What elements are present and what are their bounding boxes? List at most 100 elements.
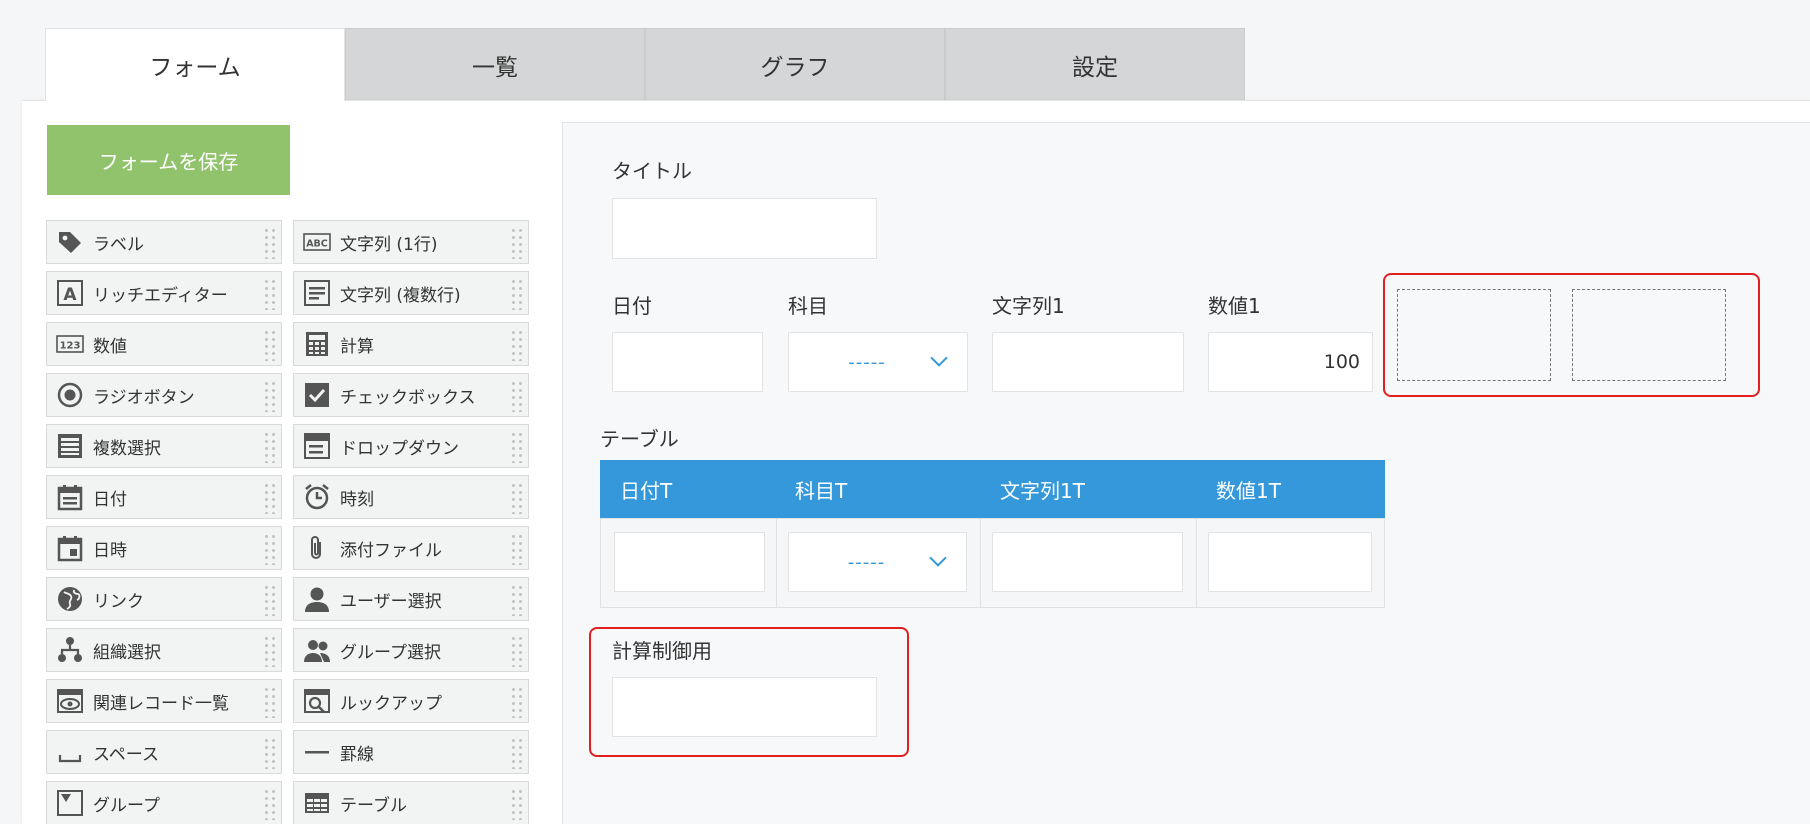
palette-item-multi-line-text[interactable]: 文字列 (複数行) bbox=[293, 271, 529, 315]
drag-handle-icon[interactable] bbox=[263, 788, 277, 820]
subject-dropdown[interactable]: ----- bbox=[788, 332, 968, 392]
palette-item-text: 計算 bbox=[340, 336, 374, 357]
palette-item-related-records[interactable]: 関連レコード一覧 bbox=[46, 679, 282, 723]
tab-form[interactable]: フォーム bbox=[45, 28, 345, 101]
title-input[interactable] bbox=[612, 198, 877, 259]
calc-field-label: 計算制御用 bbox=[612, 639, 712, 663]
palette-item-space[interactable]: スペース bbox=[46, 730, 282, 774]
palette-item-attachment[interactable]: 添付ファイル bbox=[293, 526, 529, 570]
save-form-button[interactable]: フォームを保存 bbox=[47, 125, 290, 195]
table-dropdown-value: ----- bbox=[847, 551, 886, 573]
date-icon bbox=[55, 482, 85, 512]
org-chart-icon bbox=[55, 635, 85, 665]
palette-item-group-select[interactable]: グループ選択 bbox=[293, 628, 529, 672]
drag-handle-icon[interactable] bbox=[510, 737, 524, 769]
palette-item-multi-select[interactable]: 複数選択 bbox=[46, 424, 282, 468]
table-string1-input[interactable] bbox=[992, 532, 1183, 592]
palette-item-link[interactable]: リンク bbox=[46, 577, 282, 621]
palette-item-calc[interactable]: 計算 bbox=[293, 322, 529, 366]
palette-item-text: スペース bbox=[93, 744, 159, 765]
tag-icon bbox=[55, 227, 85, 257]
drag-handle-icon[interactable] bbox=[263, 278, 277, 310]
drag-handle-icon[interactable] bbox=[263, 737, 277, 769]
table-number1-input[interactable] bbox=[1208, 532, 1372, 592]
palette-item-lookup[interactable]: ルックアップ bbox=[293, 679, 529, 723]
multiline-text-icon bbox=[302, 278, 332, 308]
svg-text:123: 123 bbox=[60, 341, 81, 352]
space-placeholder[interactable] bbox=[1572, 289, 1726, 381]
abc-text-icon: ABC bbox=[302, 227, 332, 257]
palette-item-time[interactable]: 時刻 bbox=[293, 475, 529, 519]
table-header: 日付T 科目T 文字列1T 数値1T bbox=[600, 460, 1385, 518]
palette-item-rich-editor[interactable]: A リッチエディター bbox=[46, 271, 282, 315]
group-field-icon bbox=[55, 788, 85, 818]
table-icon bbox=[302, 788, 332, 818]
palette-item-table[interactable]: テーブル bbox=[293, 781, 529, 824]
drag-handle-icon[interactable] bbox=[263, 686, 277, 718]
subject-dropdown-value: ----- bbox=[848, 351, 886, 373]
palette-item-text: 文字列 (1行) bbox=[340, 234, 438, 255]
palette-item-text: 複数選択 bbox=[93, 438, 161, 459]
palette-item-datetime[interactable]: 日時 bbox=[46, 526, 282, 570]
number-123-icon: 123 bbox=[55, 329, 85, 359]
palette-item-text: グループ選択 bbox=[340, 642, 441, 663]
drag-handle-icon[interactable] bbox=[263, 482, 277, 514]
drag-handle-icon[interactable] bbox=[263, 380, 277, 412]
number1-input[interactable]: 100 bbox=[1208, 332, 1373, 392]
table-header-string1: 文字列1T bbox=[1000, 478, 1085, 503]
palette-item-text: リンク bbox=[93, 591, 144, 612]
palette-item-border[interactable]: 罫線 bbox=[293, 730, 529, 774]
drag-handle-icon[interactable] bbox=[510, 635, 524, 667]
drag-handle-icon[interactable] bbox=[510, 278, 524, 310]
palette-item-date[interactable]: 日付 bbox=[46, 475, 282, 519]
palette-item-checkbox[interactable]: チェックボックス bbox=[293, 373, 529, 417]
drag-handle-icon[interactable] bbox=[510, 788, 524, 820]
palette-item-org-select[interactable]: 組織選択 bbox=[46, 628, 282, 672]
drag-handle-icon[interactable] bbox=[510, 584, 524, 616]
palette-item-group[interactable]: グループ bbox=[46, 781, 282, 824]
drag-handle-icon[interactable] bbox=[263, 431, 277, 463]
drag-handle-icon[interactable] bbox=[510, 329, 524, 361]
drag-handle-icon[interactable] bbox=[510, 380, 524, 412]
palette-item-dropdown[interactable]: ドロップダウン bbox=[293, 424, 529, 468]
drag-handle-icon[interactable] bbox=[263, 329, 277, 361]
palette-item-text: テーブル bbox=[340, 795, 407, 816]
palette-item-text: グループ bbox=[93, 795, 160, 816]
date-input[interactable] bbox=[612, 332, 763, 392]
drag-handle-icon[interactable] bbox=[510, 482, 524, 514]
palette-item-radio[interactable]: ラジオボタン bbox=[46, 373, 282, 417]
number1-value: 100 bbox=[1323, 351, 1360, 373]
drag-handle-icon[interactable] bbox=[510, 686, 524, 718]
table-subject-dropdown[interactable]: ----- bbox=[788, 532, 967, 592]
tab-graph[interactable]: グラフ bbox=[645, 28, 945, 100]
drag-handle-icon[interactable] bbox=[263, 584, 277, 616]
tab-settings[interactable]: 設定 bbox=[945, 28, 1245, 100]
chevron-down-icon bbox=[929, 556, 947, 567]
table-cell-divider bbox=[776, 519, 777, 607]
drag-handle-icon[interactable] bbox=[263, 533, 277, 565]
drag-handle-icon[interactable] bbox=[510, 227, 524, 259]
drag-handle-icon[interactable] bbox=[263, 635, 277, 667]
palette-item-single-line-text[interactable]: ABC 文字列 (1行) bbox=[293, 220, 529, 264]
drag-handle-icon[interactable] bbox=[510, 533, 524, 565]
string1-field-label: 文字列1 bbox=[992, 294, 1065, 318]
tab-list[interactable]: 一覧 bbox=[345, 28, 645, 100]
palette-item-number[interactable]: 123 数値 bbox=[46, 322, 282, 366]
palette-item-text: 日時 bbox=[93, 540, 127, 561]
chevron-down-icon bbox=[930, 356, 948, 367]
space-placeholder[interactable] bbox=[1397, 289, 1551, 381]
palette-item-text: 文字列 (複数行) bbox=[340, 285, 461, 306]
calc-input[interactable] bbox=[612, 677, 877, 737]
drag-handle-icon[interactable] bbox=[510, 431, 524, 463]
number1-field-label: 数値1 bbox=[1208, 294, 1261, 318]
datetime-icon bbox=[55, 533, 85, 563]
dropdown-icon bbox=[302, 431, 332, 461]
radio-button-icon bbox=[55, 380, 85, 410]
palette-item-label[interactable]: ラベル bbox=[46, 220, 282, 264]
palette-item-user-select[interactable]: ユーザー選択 bbox=[293, 577, 529, 621]
table-date-input[interactable] bbox=[614, 532, 765, 592]
rich-editor-icon: A bbox=[55, 278, 85, 308]
string1-input[interactable] bbox=[992, 332, 1184, 392]
palette-item-text: 添付ファイル bbox=[340, 540, 442, 561]
drag-handle-icon[interactable] bbox=[263, 227, 277, 259]
